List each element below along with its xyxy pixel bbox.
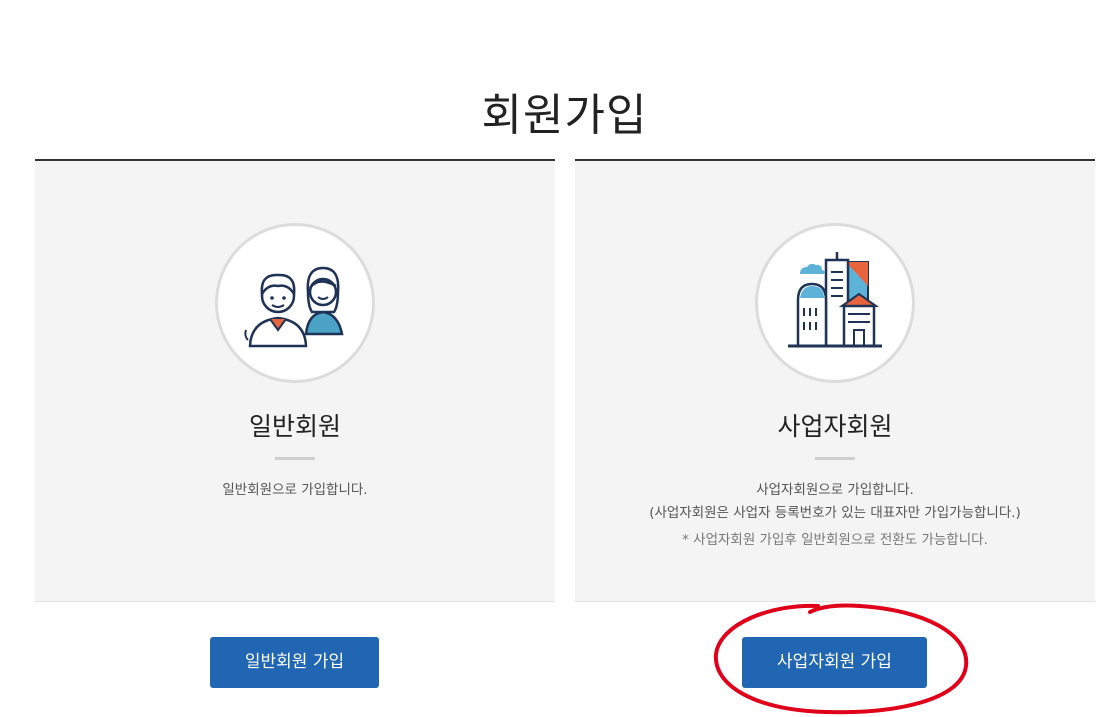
buildings-icon xyxy=(755,223,915,383)
business-signup-button[interactable]: 사업자회원 가입 xyxy=(742,637,927,688)
business-member-card: 사업자회원 사업자회원으로 가입합니다. (사업자회원은 사업자 등록번호가 있… xyxy=(575,159,1095,602)
card-title: 일반회원 xyxy=(248,412,341,441)
divider xyxy=(815,457,855,460)
card-description: 사업자회원으로 가입합니다. (사업자회원은 사업자 등록번호가 있는 대표자만… xyxy=(575,479,1095,525)
card-note: * 사업자회원 가입후 일반회원으로 전환도 가능합니다. xyxy=(682,532,988,548)
general-signup-button[interactable]: 일반회원 가입 xyxy=(210,637,379,688)
general-member-card: 일반회원 일반회원으로 가입합니다. xyxy=(35,159,555,602)
description-line-1: 사업자회원으로 가입합니다. xyxy=(756,482,914,498)
card-description: 일반회원으로 가입합니다. xyxy=(222,482,368,498)
page-title: 회원가입 xyxy=(481,90,648,142)
description-line-2: (사업자회원은 사업자 등록번호가 있는 대표자만 가입가능합니다.) xyxy=(649,505,1021,521)
card-title: 사업자회원 xyxy=(777,412,893,441)
divider xyxy=(275,457,315,460)
people-icon xyxy=(215,223,375,383)
